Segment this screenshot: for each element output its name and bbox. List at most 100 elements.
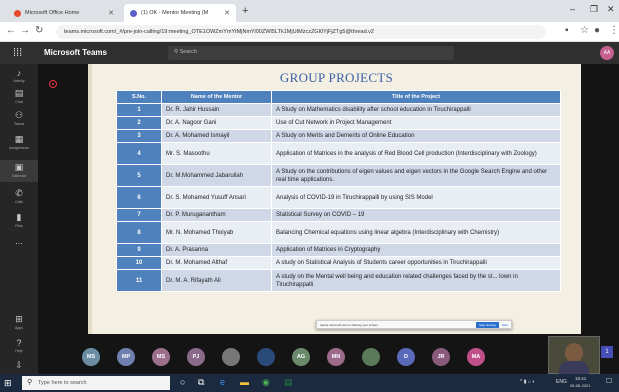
table-row: 8 Mr. N. Mohamed Thoiyab Balancing Chemica… [116,221,561,244]
minimize-icon[interactable]: – [570,4,575,14]
participant-avatar[interactable] [222,348,240,366]
cell-mentor: Dr. A. Prasanna [161,243,272,257]
participant-avatar[interactable]: MS [152,348,170,366]
rail-item-more[interactable]: ... [0,236,38,246]
rail-item-calendar[interactable]: ▣ Calendar [0,160,38,182]
back-icon[interactable]: ← [6,25,16,36]
cell-sno: 3 [116,129,162,143]
assignments-icon: ▦ [14,134,24,144]
projects-table: S.No. Name of the Mentor Title of the Pr… [116,90,561,292]
close-tab-icon[interactable]: ✕ [108,9,114,17]
table-row: 6 Dr. S. Mohamed Yusuff Ansari Analysis of… [116,186,561,209]
browser-tab-teams[interactable]: (1) OK - Mentor Meeting (M ✕ [124,4,236,22]
hide-button[interactable]: Hide [502,323,508,327]
reload-icon[interactable]: ↻ [35,25,43,36]
new-tab-icon[interactable]: + [242,5,248,17]
stop-sharing-button[interactable]: Stop sharing [475,321,499,328]
rail-item-chat[interactable]: ▤ Chat [0,88,38,104]
tray-icons[interactable]: ^ ▮ ⌂ ◐ [520,379,535,385]
table-row: 1 Dr. R. Jahir Hussain A Study on Mathemat… [116,103,561,117]
cell-mentor: Dr. S. Mohamed Yusuff Ansari [161,186,272,209]
participant-count-badge[interactable]: 1 [601,346,613,358]
participant-avatar[interactable]: AG [292,348,310,366]
cell-title: A Study on Mathematics disability after … [271,103,561,117]
browser-tab-office[interactable]: Microsoft Office Home ✕ [8,4,120,22]
rail-item-teams[interactable]: ⚇ Teams [0,110,38,126]
participant-avatar[interactable]: MA [467,348,485,366]
avatar[interactable]: AA [600,46,614,60]
language-indicator[interactable]: ENG [556,379,567,385]
rail-item-apps[interactable]: ⊞ Apps [0,314,38,330]
taskbar-search-input[interactable]: Type here to search [22,376,170,390]
browser-menu-icon[interactable]: ⋮ [609,25,619,36]
cell-sno: 9 [116,243,162,257]
cell-sno: 6 [116,186,162,209]
participant-avatar[interactable]: JR [432,348,450,366]
office-icon [14,9,21,17]
restore-icon[interactable]: ❐ [590,4,598,15]
account-icon[interactable]: ● [594,25,600,36]
cell-title: Analysis of COVID-19 in Tiruchirappalli … [271,186,561,209]
table-row: 4 Mr. S. Masoothu Application of Matrices … [116,142,561,165]
search-placeholder: Search [179,49,197,55]
chrome-icon[interactable]: ◉ [262,377,270,388]
cell-mentor: Dr. M.Mohammed Jabarullah [161,164,272,187]
participant-avatar[interactable]: MS [82,348,100,366]
notifications-icon[interactable]: ☐ [606,377,612,385]
download-icon[interactable]: ⇩ [0,360,38,371]
col-header-title: Title of the Project [271,90,561,104]
table-header-row: S.No. Name of the Mentor Title of the Pr… [116,90,561,104]
windows-taskbar: ⊞ Type here to search ○ ⧉ e ▬ ◉ ▤ ^ ▮ ⌂ … [0,374,619,392]
cell-title: Statistical Survey on COVID – 19 [271,208,561,222]
participant-avatar[interactable]: MP [117,348,135,366]
edge-icon[interactable]: e [220,377,225,387]
table-row: 7 Dr. P. Muruganantham Statistical Survey … [116,208,561,222]
table-row: 2 Dr. A. Nagoor Gani Use of Cut Network in… [116,116,561,130]
extension-icon[interactable]: ▪ [565,25,569,36]
cell-mentor: Dr. P. Muruganantham [161,208,272,222]
calendar-icon: ▣ [14,162,24,172]
rail-item-calls[interactable]: ✆ Calls [0,188,38,204]
forward-icon[interactable]: → [20,25,30,36]
file-explorer-icon[interactable]: ▬ [240,377,249,387]
participant-avatar[interactable] [362,348,380,366]
table-row: 5 Dr. M.Mohammed Jabarullah A Study on the… [116,164,561,187]
chat-icon: ▤ [14,88,24,98]
windows-start-icon[interactable]: ⊞ [4,378,12,389]
app-launcher-icon[interactable]: ⁞⁞⁞ [13,47,22,59]
cell-mentor: Dr. M. Mohamed Althaf [161,256,272,270]
url-field[interactable]: teams.microsoft.com/_#/pre-join-calling/… [56,25,546,39]
close-window-icon[interactable]: ✕ [607,4,615,15]
bookmark-star-icon[interactable]: ☆ [580,25,589,36]
help-icon: ? [16,338,22,348]
cell-mentor: Dr. A. Mohamed Ismayil [161,129,272,143]
col-header-sno: S.No. [116,90,162,104]
task-view-icon[interactable]: ⧉ [198,377,204,388]
bell-icon: ♪ [16,68,22,78]
excel-icon[interactable]: ▤ [284,377,293,388]
participant-avatar[interactable]: D [397,348,415,366]
participant-avatar[interactable]: MN [327,348,345,366]
cell-mentor: Dr. M. A. Rifayath Ali [161,269,272,292]
cell-title: Use of Cut Network in Project Management [271,116,561,130]
rail-item-help[interactable]: ? Help [0,338,38,353]
clock-time[interactable]: 16:41 [575,376,586,381]
rail-item-assignments[interactable]: ▦ Assignments [0,134,38,150]
participant-avatar[interactable]: PJ [187,348,205,366]
self-view-video[interactable] [548,336,600,375]
self-view-head [565,343,583,363]
apps-icon: ⊞ [15,314,23,324]
participant-avatar[interactable] [257,348,275,366]
search-input[interactable]: ⚲ Search [168,46,454,60]
rail-item-files[interactable]: ▮ Files [0,212,38,228]
slide-title: GROUP PROJECTS [279,70,394,85]
clock-date[interactable]: 06-08-2021 [570,383,590,388]
left-rail: ♪ Activity ▤ Chat ⚇ Teams ▦ Assignments ▣ Cal… [0,64,38,374]
browser-tab-bar: Microsoft Office Home ✕ (1) OK - Mentor … [0,0,619,22]
cortana-icon[interactable]: ○ [180,377,185,387]
share-message: teams.microsoft.com is sharing your scre… [320,322,379,327]
cell-title: A study on the Mental well being and edu… [271,269,561,292]
close-tab-icon[interactable]: ✕ [224,9,230,17]
cell-sno: 4 [116,142,162,165]
rail-item-activity[interactable]: ♪ Activity [0,68,38,83]
